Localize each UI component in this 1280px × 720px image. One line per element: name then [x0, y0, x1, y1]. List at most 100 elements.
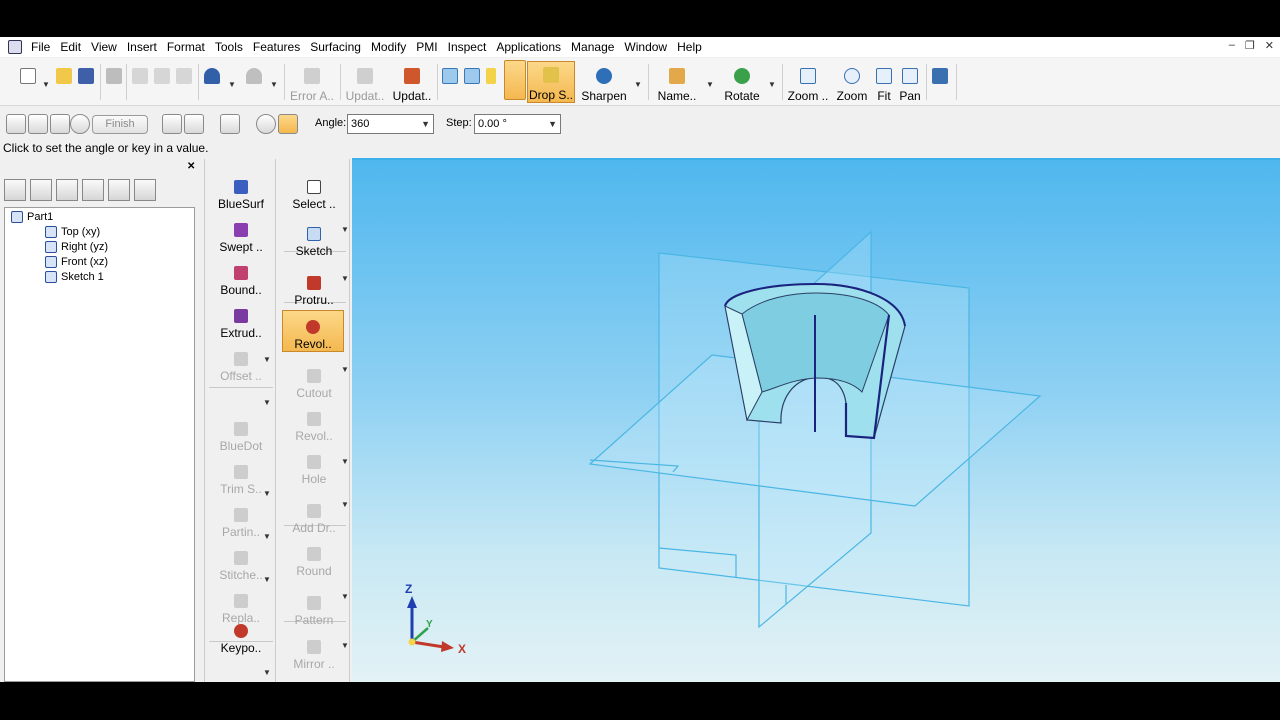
menu-view[interactable]: View: [88, 37, 124, 57]
pathfinder-tab-icon[interactable]: [4, 179, 26, 201]
features-palette: BlueSurf Swept .. Bound.. Extrud.. ▼ Off…: [204, 159, 350, 682]
redo-dropdown-icon[interactable]: ▼: [270, 80, 278, 89]
extent-step-icon[interactable]: [50, 114, 70, 134]
menu-applications[interactable]: Applications: [493, 37, 568, 57]
round-button[interactable]: Round: [283, 536, 345, 578]
menu-edit[interactable]: Edit: [57, 37, 88, 57]
cut-icon[interactable]: [132, 68, 148, 84]
view-style-icon[interactable]: [464, 68, 480, 84]
mirror-button[interactable]: Mirror ..: [283, 629, 345, 671]
bluedot-button[interactable]: BlueDot: [210, 411, 272, 453]
layers-tab-icon[interactable]: [82, 179, 104, 201]
app-icon[interactable]: [8, 40, 22, 54]
named-views-button[interactable]: Name..: [654, 61, 700, 103]
step-input[interactable]: 0.00 ° ▼: [474, 114, 561, 134]
offset-button[interactable]: Offset ..: [210, 341, 272, 383]
zoom-area-button[interactable]: Zoom ..: [786, 61, 830, 103]
save-icon[interactable]: [78, 68, 94, 84]
menu-insert[interactable]: Insert: [124, 37, 164, 57]
graphics-window[interactable]: Z X Y: [352, 158, 1280, 682]
sketch-button[interactable]: Sketch: [283, 216, 345, 258]
view-cube-icon[interactable]: [442, 68, 458, 84]
tree-node-top-plane[interactable]: Top (xy): [45, 226, 100, 238]
offset-dropdown-icon[interactable]: ▼: [263, 398, 271, 407]
menu-file[interactable]: File: [28, 37, 57, 57]
close-icon[interactable]: ✕: [1265, 39, 1274, 52]
paste-icon[interactable]: [176, 68, 192, 84]
named-views-dropdown-icon[interactable]: ▼: [706, 80, 714, 89]
command-bar: Finish Angle: 360 ▼ Step: 0.00 ° ▼: [0, 111, 1280, 137]
finish-button[interactable]: Finish: [92, 115, 148, 134]
tree-node-right-plane[interactable]: Right (yz): [45, 241, 108, 253]
undo-dropdown-icon[interactable]: ▼: [228, 80, 236, 89]
menu-window[interactable]: Window: [621, 37, 674, 57]
menu-modify[interactable]: Modify: [368, 37, 413, 57]
menu-manage[interactable]: Manage: [568, 37, 621, 57]
update-active-button[interactable]: Updat..: [390, 61, 434, 103]
zoom-button[interactable]: Zoom: [834, 61, 870, 103]
redo-icon[interactable]: [246, 68, 262, 84]
new-dropdown-icon[interactable]: ▼: [42, 80, 50, 89]
new-file-icon[interactable]: [20, 68, 36, 84]
menu-features[interactable]: Features: [250, 37, 307, 57]
revolved-protrusion-button[interactable]: Revol..: [282, 310, 344, 352]
swept-button[interactable]: Swept ..: [210, 212, 272, 254]
copy-icon[interactable]: [154, 68, 170, 84]
pane-close-icon[interactable]: ✕: [187, 161, 195, 172]
add-draft-button[interactable]: Add Dr..: [283, 493, 345, 535]
help-pointer-icon[interactable]: [932, 68, 948, 84]
shaded-edges-icon[interactable]: [504, 60, 526, 100]
restore-icon[interactable]: ❐: [1245, 39, 1255, 52]
rules-tab-icon[interactable]: [134, 179, 156, 201]
keypoint-curve-button[interactable]: Keypo..: [210, 613, 272, 655]
keypoint-dropdown-icon[interactable]: ▼: [263, 668, 271, 677]
tree-node-front-plane[interactable]: Front (xz): [45, 256, 108, 268]
error-assistant-button[interactable]: Error A..: [288, 61, 336, 103]
features-library-tab-icon[interactable]: [56, 179, 78, 201]
revolved-part[interactable]: [724, 282, 906, 440]
cutout-button[interactable]: Cutout: [283, 358, 345, 400]
pattern-button[interactable]: Pattern: [283, 585, 345, 627]
angle-input[interactable]: 360 ▼: [347, 114, 434, 134]
menu-pmi[interactable]: PMI: [413, 37, 444, 57]
sensors-tab-icon[interactable]: [108, 179, 130, 201]
tree-node-sketch[interactable]: Sketch 1: [45, 271, 104, 283]
sharpen-button[interactable]: Sharpen: [580, 61, 628, 103]
sharpen-dropdown-icon[interactable]: ▼: [634, 80, 642, 89]
select-button[interactable]: Select ..: [283, 169, 345, 211]
menu-help[interactable]: Help: [674, 37, 709, 57]
hole-button[interactable]: Hole: [283, 444, 345, 486]
nonsymmetric-extent-icon[interactable]: [184, 114, 204, 134]
profile-step-icon[interactable]: [6, 114, 26, 134]
menu-surfacing[interactable]: Surfacing: [307, 37, 368, 57]
minimize-icon[interactable]: –: [1229, 39, 1235, 52]
rotate-button[interactable]: Rotate: [720, 61, 764, 103]
revolve-360-icon[interactable]: [256, 114, 276, 134]
fit-button[interactable]: Fit: [872, 61, 896, 103]
treatment-step-icon[interactable]: [70, 114, 90, 134]
undo-icon[interactable]: [204, 68, 220, 84]
shading-icon[interactable]: [486, 68, 496, 84]
symmetric-extent-icon[interactable]: [162, 114, 182, 134]
tree-node-part[interactable]: Part1: [11, 211, 53, 223]
family-of-parts-tab-icon[interactable]: [30, 179, 52, 201]
print-icon[interactable]: [106, 68, 122, 84]
axis-step-icon[interactable]: [28, 114, 48, 134]
step-dropdown-icon[interactable]: ▼: [548, 115, 557, 133]
angle-dropdown-icon[interactable]: ▼: [421, 115, 430, 133]
update-button[interactable]: Updat..: [344, 61, 386, 103]
extruded-surface-button[interactable]: Extrud..: [210, 298, 272, 340]
bounded-button[interactable]: Bound..: [210, 255, 272, 297]
menu-inspect[interactable]: Inspect: [445, 37, 494, 57]
open-folder-icon[interactable]: [56, 68, 72, 84]
bluesurf-button[interactable]: BlueSurf: [210, 169, 272, 211]
finite-extent-icon[interactable]: [278, 114, 298, 134]
revolved-cutout-button[interactable]: Revol..: [283, 401, 345, 443]
menu-format[interactable]: Format: [164, 37, 212, 57]
options-icon[interactable]: [220, 114, 240, 134]
rotate-dropdown-icon[interactable]: ▼: [768, 80, 776, 89]
pan-button[interactable]: Pan: [898, 61, 922, 103]
protrusion-button[interactable]: Protru..: [283, 265, 345, 307]
menu-tools[interactable]: Tools: [212, 37, 250, 57]
drop-shadow-button[interactable]: Drop S..: [527, 61, 575, 103]
